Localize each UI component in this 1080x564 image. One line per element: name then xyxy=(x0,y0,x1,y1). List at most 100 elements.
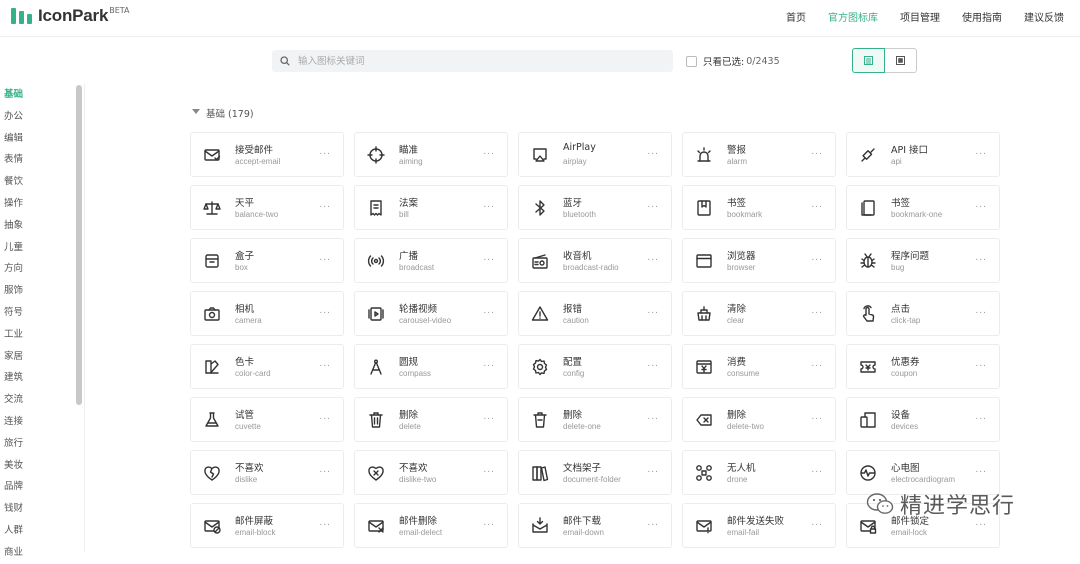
only-selected-checkbox[interactable] xyxy=(686,55,697,67)
more-options-button[interactable]: ... xyxy=(811,147,823,157)
icon-card-box[interactable]: 盒子 box... xyxy=(190,238,344,283)
icon-card-drone[interactable]: 无人机 drone... xyxy=(682,450,836,495)
sidebar-category-item[interactable]: 旅行 xyxy=(0,433,84,455)
more-options-button[interactable]: ... xyxy=(811,518,823,528)
sidebar-category-item[interactable]: 交流 xyxy=(0,389,84,411)
sidebar-category-item[interactable]: 建筑 xyxy=(0,367,84,389)
icon-card-cuvette[interactable]: 试管 cuvette... xyxy=(190,397,344,442)
search-box[interactable] xyxy=(272,50,673,72)
more-options-button[interactable]: ... xyxy=(811,465,823,475)
icon-card-bookmark[interactable]: 书签 bookmark... xyxy=(682,185,836,230)
more-options-button[interactable]: ... xyxy=(811,359,823,369)
sidebar-category-item[interactable]: 基础 xyxy=(0,84,84,106)
more-options-button[interactable]: ... xyxy=(647,518,659,528)
more-options-button[interactable]: ... xyxy=(811,412,823,422)
nav-item-3[interactable]: 使用指南 xyxy=(962,9,1002,24)
more-options-button[interactable]: ... xyxy=(483,147,495,157)
icon-card-coupon[interactable]: 优惠券 coupon... xyxy=(846,344,1000,389)
icon-card-document-folder[interactable]: 文档架子 document-folder... xyxy=(518,450,672,495)
sidebar-category-item[interactable]: 人群 xyxy=(0,520,84,542)
icon-card-delete-one[interactable]: 删除 delete-one... xyxy=(518,397,672,442)
iconpark-logo[interactable]: IconPark BETA xyxy=(11,6,130,26)
more-options-button[interactable]: ... xyxy=(319,200,331,210)
sidebar-category-item[interactable]: 儿童 xyxy=(0,237,84,259)
more-options-button[interactable]: ... xyxy=(975,253,987,263)
more-options-button[interactable]: ... xyxy=(975,200,987,210)
more-options-button[interactable]: ... xyxy=(483,253,495,263)
icon-card-alarm[interactable]: 警报 alarm... xyxy=(682,132,836,177)
sidebar-category-item[interactable]: 操作 xyxy=(0,193,84,215)
sidebar-category-item[interactable]: 服饰 xyxy=(0,280,84,302)
icon-card-api[interactable]: API 接口 api... xyxy=(846,132,1000,177)
more-options-button[interactable]: ... xyxy=(975,147,987,157)
more-options-button[interactable]: ... xyxy=(647,306,659,316)
icon-card-dislike-two[interactable]: 不喜欢 dislike-two... xyxy=(354,450,508,495)
icon-card-airplay[interactable]: AirPlay airplay... xyxy=(518,132,672,177)
icon-card-email-down[interactable]: 邮件下载 email-down... xyxy=(518,503,672,548)
sidebar-category-item[interactable]: 连接 xyxy=(0,411,84,433)
more-options-button[interactable]: ... xyxy=(483,200,495,210)
sidebar-scrollbar[interactable] xyxy=(76,85,82,405)
nav-item-2[interactable]: 项目管理 xyxy=(900,9,940,24)
icon-card-devices[interactable]: 设备 devices... xyxy=(846,397,1000,442)
icon-card-email-block[interactable]: 邮件屏蔽 email-block... xyxy=(190,503,344,548)
icon-card-browser[interactable]: 浏览器 browser... xyxy=(682,238,836,283)
sidebar-category-item[interactable]: 方向 xyxy=(0,258,84,280)
sidebar-category-item[interactable]: 美妆 xyxy=(0,455,84,477)
only-selected-toggle[interactable]: 只看已选: 0/2435 xyxy=(686,54,780,68)
icon-card-compass[interactable]: 圆规 compass... xyxy=(354,344,508,389)
icon-card-bug[interactable]: 程序问题 bug... xyxy=(846,238,1000,283)
nav-item-1[interactable]: 官方图标库 xyxy=(828,9,878,24)
sidebar-category-item[interactable]: 商业 xyxy=(0,542,84,564)
nav-item-0[interactable]: 首页 xyxy=(786,9,806,24)
more-options-button[interactable]: ... xyxy=(483,412,495,422)
more-options-button[interactable]: ... xyxy=(319,147,331,157)
sidebar-category-item[interactable]: 表情 xyxy=(0,149,84,171)
sidebar-category-item[interactable]: 钱财 xyxy=(0,498,84,520)
icon-card-accept-email[interactable]: 接受邮件 accept-email... xyxy=(190,132,344,177)
icon-card-broadcast-radio[interactable]: 收音机 broadcast-radio... xyxy=(518,238,672,283)
icon-card-email-fail[interactable]: 邮件发送失败 email-fail... xyxy=(682,503,836,548)
more-options-button[interactable]: ... xyxy=(319,306,331,316)
sidebar-category-item[interactable]: 餐饮 xyxy=(0,171,84,193)
icon-card-bluetooth[interactable]: 蓝牙 bluetooth... xyxy=(518,185,672,230)
more-options-button[interactable]: ... xyxy=(647,465,659,475)
more-options-button[interactable]: ... xyxy=(319,518,331,528)
sidebar-category-item[interactable]: 编辑 xyxy=(0,128,84,150)
icon-card-clear[interactable]: 清除 clear... xyxy=(682,291,836,336)
icon-card-email-delect[interactable]: 邮件删除 email-delect... xyxy=(354,503,508,548)
more-options-button[interactable]: ... xyxy=(975,465,987,475)
icon-card-dislike[interactable]: 不喜欢 dislike... xyxy=(190,450,344,495)
more-options-button[interactable]: ... xyxy=(647,412,659,422)
search-input[interactable] xyxy=(296,54,640,68)
sidebar-category-item[interactable]: 工业 xyxy=(0,324,84,346)
icon-card-bill[interactable]: 法案 bill... xyxy=(354,185,508,230)
more-options-button[interactable]: ... xyxy=(647,200,659,210)
more-options-button[interactable]: ... xyxy=(483,465,495,475)
more-options-button[interactable]: ... xyxy=(811,253,823,263)
more-options-button[interactable]: ... xyxy=(319,465,331,475)
icon-card-config[interactable]: 配置 config... xyxy=(518,344,672,389)
icon-card-color-card[interactable]: 色卡 color-card... xyxy=(190,344,344,389)
sidebar-category-item[interactable]: 抽象 xyxy=(0,215,84,237)
grid-view-button[interactable] xyxy=(852,48,885,73)
sidebar-category-item[interactable]: 家居 xyxy=(0,346,84,368)
icon-card-broadcast[interactable]: 广播 broadcast... xyxy=(354,238,508,283)
more-options-button[interactable]: ... xyxy=(319,412,331,422)
compact-view-button[interactable] xyxy=(885,48,917,73)
sidebar-category-item[interactable]: 办公 xyxy=(0,106,84,128)
icon-card-delete[interactable]: 删除 delete... xyxy=(354,397,508,442)
icon-card-camera[interactable]: 相机 camera... xyxy=(190,291,344,336)
sidebar-category-item[interactable]: 品牌 xyxy=(0,476,84,498)
more-options-button[interactable]: ... xyxy=(647,359,659,369)
more-options-button[interactable]: ... xyxy=(975,412,987,422)
more-options-button[interactable]: ... xyxy=(483,518,495,528)
more-options-button[interactable]: ... xyxy=(975,306,987,316)
icon-card-consume[interactable]: 消费 consume... xyxy=(682,344,836,389)
nav-item-4[interactable]: 建议反馈 xyxy=(1024,9,1064,24)
sidebar-category-item[interactable]: 符号 xyxy=(0,302,84,324)
more-options-button[interactable]: ... xyxy=(811,306,823,316)
icon-card-aiming[interactable]: 瞄准 aiming... xyxy=(354,132,508,177)
more-options-button[interactable]: ... xyxy=(811,200,823,210)
more-options-button[interactable]: ... xyxy=(319,359,331,369)
